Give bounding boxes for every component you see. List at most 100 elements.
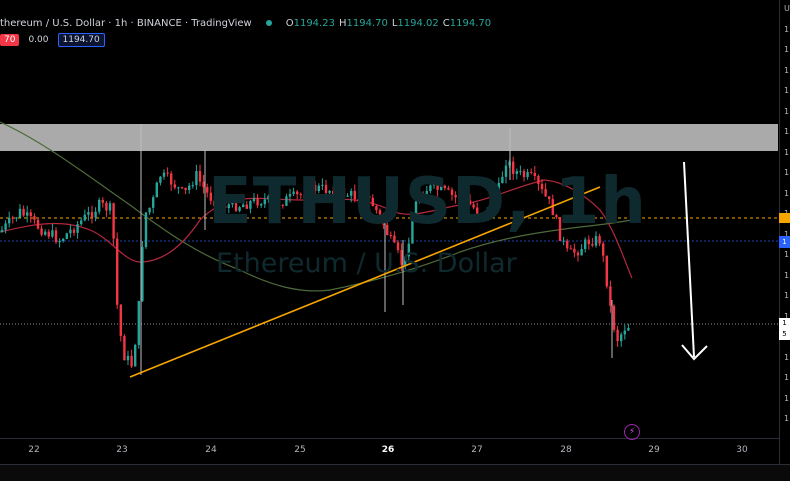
price-scale-tick: 1: [784, 373, 790, 382]
candle-body: [180, 187, 184, 189]
candle-body: [101, 199, 104, 203]
candle-body: [620, 334, 623, 342]
candle-body: [26, 212, 29, 216]
candle-body: [11, 217, 14, 219]
candle-body: [191, 185, 194, 187]
down-arrow-icon[interactable]: [683, 161, 695, 358]
time-axis-label: 29: [648, 445, 660, 455]
candle-body: [616, 329, 619, 342]
candle-body: [108, 203, 112, 211]
price-scale-tick: 1: [784, 250, 790, 259]
candle-body: [33, 216, 36, 220]
price-scale-tick: 1: [784, 45, 790, 54]
crosshair-price-label: 15: [779, 318, 790, 340]
candle-body: [627, 328, 630, 331]
ohlc-value-l: 1194.02: [397, 17, 439, 29]
candle-body: [605, 255, 608, 287]
candle-body: [15, 217, 18, 219]
candle-body: [155, 182, 158, 198]
order-legend[interactable]: 70 0.00 1194.70: [0, 33, 110, 47]
resistance-zone[interactable]: [0, 124, 778, 151]
candle-body: [591, 244, 594, 246]
candle-body: [587, 239, 590, 245]
candle-body: [130, 355, 133, 367]
candle-body: [116, 238, 119, 305]
candle-body: [51, 230, 54, 237]
spread-value: 0.00: [28, 35, 49, 45]
ohlc-key-o: O: [285, 17, 294, 29]
price-scale-tick: 1: [784, 291, 790, 300]
candle-body: [612, 305, 616, 330]
candle-body: [573, 248, 576, 253]
candle-body: [112, 203, 115, 239]
candle-body: [198, 171, 202, 182]
time-axis-label: 30: [736, 445, 748, 455]
bottom-toolbar[interactable]: [0, 464, 790, 481]
candle-body: [134, 344, 137, 367]
candle-body: [159, 176, 162, 183]
price-scale-tick: U: [784, 4, 790, 13]
candle-body: [18, 208, 22, 218]
price-scale-tick: 1: [784, 168, 790, 177]
candle-body: [94, 211, 97, 218]
price-scale-tick: 1: [784, 147, 790, 157]
price-scale-tick: 1: [784, 414, 790, 423]
price-scale-tick: 1: [784, 188, 790, 198]
ohlc-values: O1194.23 H1194.70 L1194.02 C1194.70: [282, 18, 491, 29]
candle-body: [609, 286, 612, 306]
price-chart[interactable]: [0, 0, 790, 480]
candle-body: [195, 171, 198, 186]
ohlc-key-c: C: [442, 17, 450, 29]
candle-body: [69, 229, 72, 234]
candle-body: [566, 240, 569, 249]
time-axis-label: 25: [294, 445, 306, 455]
lightning-icon[interactable]: ⚡: [624, 424, 640, 440]
time-axis-label: 26: [381, 445, 395, 455]
ohlc-value-h: 1194.70: [346, 17, 388, 29]
price-scale-tick: 1: [784, 270, 790, 280]
price-scale-tick: 1: [784, 106, 790, 116]
candle-body: [184, 187, 187, 190]
candle-body: [58, 240, 61, 243]
watermark-symbol: ETHUSD, 1h: [208, 165, 647, 239]
last-price-label: 1: [779, 236, 790, 248]
time-axis-label: 27: [471, 445, 483, 455]
candle-body: [22, 208, 25, 216]
candle-body: [162, 172, 166, 177]
candle-body: [8, 217, 11, 224]
watermark-name: Ethereum / U.S. Dollar: [216, 248, 517, 279]
price-scale-tick: 1: [784, 127, 790, 136]
candle-body: [80, 220, 83, 225]
candle-body: [54, 230, 58, 243]
ohlc-value-c: 1194.70: [449, 17, 492, 29]
candle-body: [123, 335, 126, 361]
candle-body: [29, 212, 32, 217]
candle-body: [602, 243, 605, 256]
ohlc-value-o: 1194.23: [293, 17, 335, 29]
candle-body: [47, 231, 50, 237]
candle-body: [40, 228, 43, 235]
candle-body: [126, 355, 130, 361]
time-axis-label: 23: [116, 445, 128, 455]
buy-price[interactable]: 1194.70: [57, 33, 105, 47]
symbol-legend[interactable]: thereum / U.S. Dollar · 1h · BINANCE · T…: [0, 14, 491, 32]
candle-body: [584, 239, 587, 249]
crosshair-price-digit: 5: [782, 330, 787, 338]
price-scale-tick: 1: [784, 352, 790, 362]
candle-body: [72, 229, 76, 233]
candle-body: [576, 252, 580, 256]
sell-price[interactable]: 70: [0, 34, 20, 46]
price-scale-tick: 1: [784, 24, 790, 34]
candle-body: [76, 224, 79, 233]
candle-body: [105, 202, 108, 211]
candle-body: [4, 223, 7, 230]
price-scale-tick: 1: [784, 86, 790, 95]
candle-body: [202, 181, 205, 188]
price-scale-tick: 1: [784, 393, 790, 403]
time-axis-label: 28: [560, 445, 572, 455]
candle-body: [62, 238, 65, 241]
time-axis-label: 24: [205, 445, 217, 455]
candle-body: [0, 229, 4, 232]
candle-body: [177, 187, 180, 189]
price-scale-tick: 1: [784, 65, 790, 75]
